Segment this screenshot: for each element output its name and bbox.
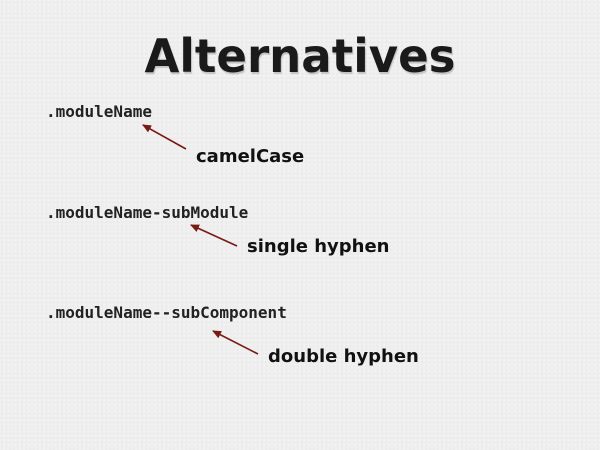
arrow-icon [212,330,259,355]
slide-title: Alternatives [144,29,456,83]
note-camelcase: camelCase [196,146,305,167]
code-module-name-subcomponent: .moduleName--subComponent [46,303,287,322]
note-single-hyphen: single hyphen [247,236,390,257]
arrow-icon [190,224,238,247]
code-module-name-submodule: .moduleName-subModule [46,203,249,222]
note-double-hyphen: double hyphen [268,346,419,367]
arrow-icon [142,124,187,150]
slide: Alternatives .moduleName camelCase .modu… [0,0,600,450]
code-module-name: .moduleName [46,102,152,121]
